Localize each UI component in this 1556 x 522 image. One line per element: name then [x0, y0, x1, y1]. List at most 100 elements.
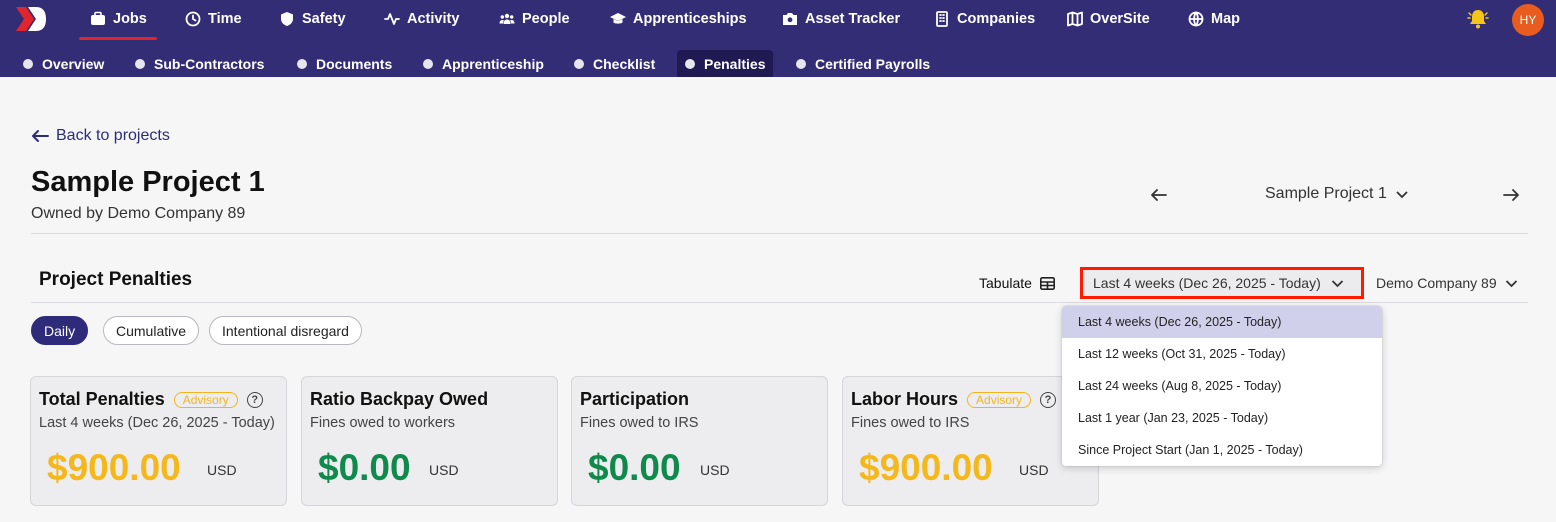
graduation-cap-icon — [610, 13, 626, 24]
nav-item-label: Activity — [407, 11, 460, 27]
nav-item-oversite[interactable]: OverSite — [1067, 0, 1150, 38]
dropdown-option[interactable]: Last 24 weeks (Aug 8, 2025 - Today) — [1062, 370, 1382, 402]
company-select-value: Demo Company 89 — [1376, 275, 1497, 291]
nav-item-label: Apprenticeships — [633, 11, 747, 27]
tabulate-button[interactable]: Tabulate — [979, 275, 1055, 291]
card-title-row: Total Penalties Advisory ? — [39, 389, 263, 410]
help-icon[interactable]: ? — [1040, 391, 1057, 408]
advisory-badge: Advisory — [173, 391, 238, 408]
dropdown-option[interactable]: Last 1 year (Jan 23, 2025 - Today) — [1062, 402, 1382, 434]
company-select[interactable]: Demo Company 89 — [1376, 275, 1518, 291]
nav-item-label: Asset Tracker — [805, 11, 901, 27]
nav-item-companies[interactable]: Companies — [934, 0, 1035, 38]
card-currency: USD — [1019, 462, 1049, 478]
nav-item-map[interactable]: Map — [1188, 0, 1240, 38]
project-selector[interactable]: Sample Project 1 — [1265, 185, 1409, 203]
clock-icon — [185, 11, 201, 27]
divider — [31, 302, 1528, 303]
card-participation: Participation Fines owed to IRS $0.00 US… — [571, 376, 828, 506]
nav-item-jobs[interactable]: Jobs — [90, 0, 147, 38]
card-labor-hours: Labor Hours Advisory ? Fines owed to IRS… — [842, 376, 1099, 506]
subnav-item-penalties[interactable]: Penalties — [677, 50, 774, 77]
nav-item-time[interactable]: Time — [185, 0, 242, 38]
bullet-icon — [685, 58, 695, 69]
card-subtitle: Fines owed to IRS — [580, 415, 699, 431]
dropdown-option[interactable]: Since Project Start (Jan 1, 2025 - Today… — [1062, 434, 1382, 466]
subnav-item-apprenticeship[interactable]: Apprenticeship — [415, 50, 552, 77]
subnav-label: Certified Payrolls — [815, 55, 931, 72]
bullet-icon — [297, 58, 307, 69]
bullet-icon — [574, 58, 584, 69]
card-currency: USD — [429, 462, 459, 478]
card-subtitle: Fines owed to IRS — [851, 415, 970, 431]
card-title: Labor Hours — [851, 389, 959, 409]
card-subtitle: Fines owed to workers — [310, 415, 456, 431]
table-icon — [1039, 276, 1055, 290]
card-title: Participation — [580, 389, 690, 409]
chevron-down-icon — [1396, 191, 1408, 199]
subnav-label: Sub-Contractors — [154, 55, 265, 72]
help-icon[interactable]: ? — [246, 391, 263, 408]
nav-item-label: OverSite — [1090, 11, 1150, 27]
page-title: Sample Project 1 — [31, 166, 265, 198]
subnav-item-checklist[interactable]: Checklist — [566, 50, 663, 77]
dropdown-option[interactable]: Last 12 weeks (Oct 31, 2025 - Today) — [1062, 338, 1382, 370]
arrow-left-icon — [32, 130, 49, 142]
card-value: $900.00 — [47, 447, 181, 488]
dropdown-option[interactable]: Last 4 weeks (Dec 26, 2025 - Today) — [1062, 306, 1382, 338]
back-label: Back to projects — [56, 127, 170, 144]
bullet-icon — [23, 58, 33, 69]
chevron-down-icon — [1505, 279, 1517, 287]
pill-intentional-disregard[interactable]: Intentional disregard — [209, 316, 362, 345]
subnav-item-sub-contractors[interactable]: Sub-Contractors — [127, 50, 272, 77]
people-icon — [499, 13, 515, 24]
briefcase-icon — [91, 11, 105, 25]
subnav-item-certified-payrolls[interactable]: Certified Payrolls — [788, 50, 938, 77]
date-range-dropdown-menu: Last 4 weeks (Dec 26, 2025 - Today) Last… — [1062, 306, 1382, 466]
subnav-label: Overview — [42, 55, 105, 72]
project-owner: Owned by Demo Company 89 — [31, 205, 246, 222]
subnav-item-overview[interactable]: Overview — [15, 50, 112, 77]
nav-item-activity[interactable]: Activity — [384, 0, 459, 38]
nav-item-label: Jobs — [113, 11, 147, 27]
card-ratio-backpay-owed: Ratio Backpay Owed Fines owed to workers… — [301, 376, 558, 506]
card-subtitle: Last 4 weeks (Dec 26, 2025 - Today) — [39, 415, 275, 431]
shield-icon — [281, 12, 293, 26]
nav-item-label: Map — [1211, 11, 1240, 27]
back-to-projects-link[interactable]: Back to projects — [31, 127, 170, 145]
subnav-item-documents[interactable]: Documents — [289, 50, 400, 77]
card-currency: USD — [207, 462, 237, 478]
bullet-icon — [423, 58, 433, 69]
bell-icon[interactable] — [1466, 7, 1490, 31]
date-range-select[interactable]: Last 4 weeks (Dec 26, 2025 - Today) — [1080, 267, 1364, 299]
map-icon — [1067, 11, 1083, 27]
card-total-penalties: Total Penalties Advisory ? Last 4 weeks … — [30, 376, 287, 506]
previous-project-arrow-icon[interactable] — [1150, 187, 1168, 203]
nav-item-people[interactable]: People — [499, 0, 570, 38]
nav-item-safety[interactable]: Safety — [279, 0, 346, 38]
nav-item-asset-tracker[interactable]: Asset Tracker — [782, 0, 900, 38]
nav-item-label: Companies — [957, 11, 1036, 27]
top-navigation-bar: Jobs Time Safety Activity People Apprent… — [0, 0, 1556, 77]
pill-daily[interactable]: Daily — [31, 316, 89, 345]
nav-item-label: People — [522, 11, 570, 27]
nav-item-label: Time — [208, 11, 242, 27]
section-title: Project Penalties — [39, 269, 193, 290]
nav-item-apprenticeships[interactable]: Apprenticeships — [610, 0, 747, 38]
card-value: $0.00 — [318, 447, 411, 488]
next-project-arrow-icon[interactable] — [1502, 187, 1520, 203]
card-currency: USD — [700, 462, 730, 478]
tabulate-label: Tabulate — [979, 275, 1032, 291]
subnav-label: Documents — [316, 55, 393, 72]
subnav-label: Apprenticeship — [442, 55, 544, 72]
card-value: $900.00 — [859, 447, 993, 488]
card-title-row: Participation — [580, 389, 689, 410]
building-icon — [936, 11, 948, 27]
pill-cumulative[interactable]: Cumulative — [103, 316, 200, 345]
card-title-row: Labor Hours Advisory ? — [851, 389, 1057, 410]
card-title: Ratio Backpay Owed — [310, 389, 489, 409]
user-avatar[interactable]: HY — [1512, 4, 1544, 36]
project-selector-value: Sample Project 1 — [1265, 185, 1387, 202]
camera-icon — [783, 13, 797, 25]
app-logo[interactable] — [14, 5, 48, 33]
